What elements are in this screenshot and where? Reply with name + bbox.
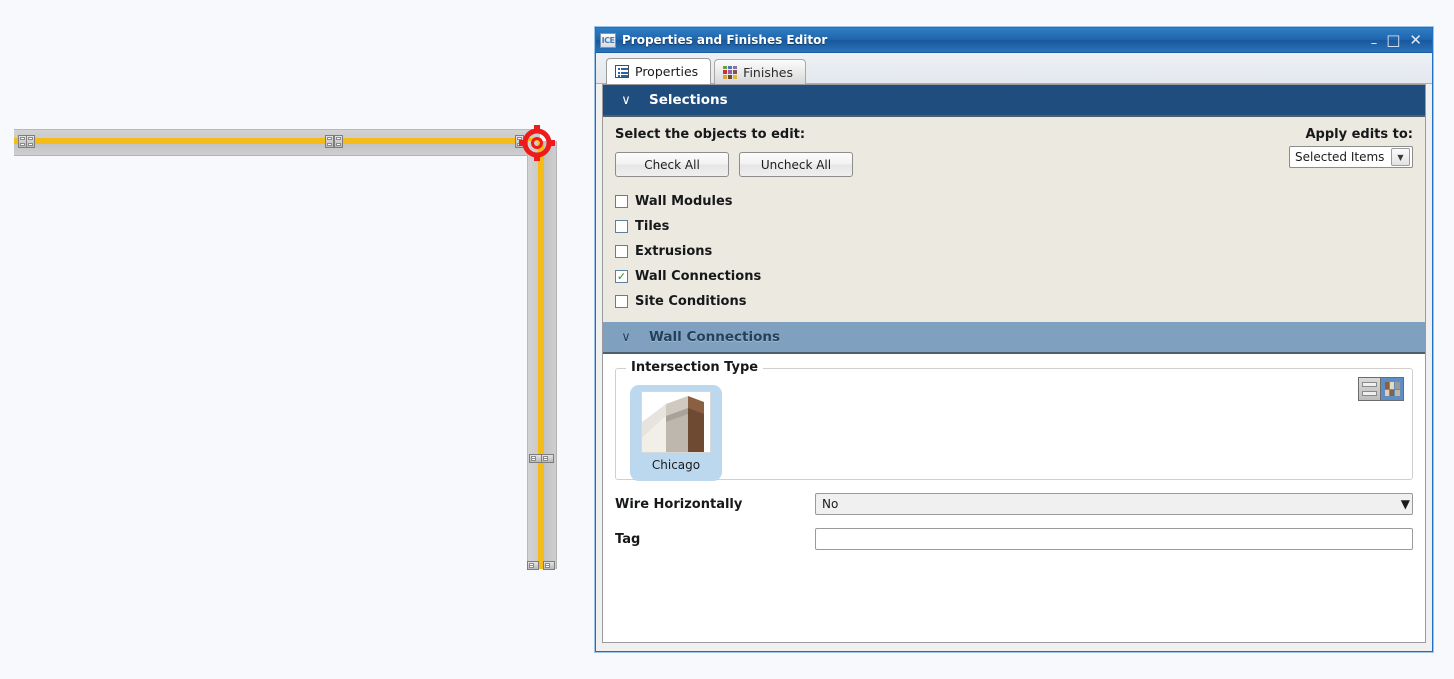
field-row-wire-horizontally: Wire Horizontally No ▼	[615, 493, 1413, 515]
apply-edits-dropdown[interactable]: Selected Items ▼	[1289, 146, 1413, 168]
wire-horizontally-value: No	[822, 497, 839, 511]
tab-finishes-label: Finishes	[743, 64, 793, 80]
uncheck-all-button[interactable]: Uncheck All	[739, 152, 853, 177]
chevron-down-icon[interactable]: ∨	[603, 330, 649, 345]
wall-connector-left-end-2[interactable]	[26, 135, 35, 148]
tab-finishes[interactable]: Finishes	[714, 59, 806, 84]
selections-section-title: Selections	[649, 92, 728, 108]
wall-connector-mid-vertical-b[interactable]	[541, 454, 554, 463]
checkbox-label-site-conditions: Site Conditions	[635, 294, 747, 309]
checkbox-row-site-conditions[interactable]: Site Conditions	[615, 289, 1413, 314]
horizontal-wall-centerline	[14, 138, 540, 144]
apply-edits-label: Apply edits to:	[1305, 127, 1413, 142]
tag-input[interactable]	[815, 528, 1413, 550]
apply-edits-group: Apply edits to: Selected Items ▼	[1289, 127, 1413, 168]
window-titlebar[interactable]: ICE Properties and Finishes Editor – □ ✕	[596, 28, 1432, 53]
wall-connector-bottom-end-b[interactable]	[543, 561, 555, 570]
close-icon[interactable]: ✕	[1409, 32, 1422, 48]
chicago-thumbnail-label: Chicago	[651, 458, 701, 472]
tab-properties[interactable]: Properties	[606, 58, 712, 84]
minimize-icon[interactable]: –	[1371, 36, 1378, 51]
checkbox-row-extrusions[interactable]: Extrusions	[615, 239, 1413, 264]
grid-view-icon[interactable]	[1381, 378, 1403, 400]
list-icon	[615, 65, 629, 78]
checkbox-row-tiles[interactable]: Tiles	[615, 214, 1413, 239]
wall-connector-mid-horizontal-a[interactable]	[325, 135, 334, 148]
wire-horizontally-control: No ▼	[815, 493, 1413, 515]
vertical-wall-centerline	[538, 141, 544, 569]
wall-connections-section-header[interactable]: ∨ Wall Connections	[603, 322, 1425, 354]
checkbox-site-conditions[interactable]	[615, 295, 628, 308]
wall-connections-pane: Intersection Type Chicago Wire Horizonta…	[603, 360, 1425, 560]
properties-finishes-editor-window: ICE Properties and Finishes Editor – □ ✕…	[595, 27, 1433, 652]
checkbox-label-wall-connections: Wall Connections	[635, 269, 762, 284]
checkbox-wall-connections[interactable]: ✓	[615, 270, 628, 283]
tab-properties-label: Properties	[635, 64, 699, 79]
chevron-down-icon[interactable]: ▼	[1391, 148, 1410, 166]
chicago-thumbnail-image	[641, 391, 711, 453]
grid-view-glyph	[1384, 382, 1400, 396]
wall-connections-section-title: Wall Connections	[649, 329, 781, 345]
wire-horizontally-label: Wire Horizontally	[615, 496, 743, 512]
field-row-tag: Tag	[615, 528, 1413, 550]
checkbox-label-tiles: Tiles	[635, 219, 670, 234]
checkbox-row-wall-modules[interactable]: Wall Modules	[615, 189, 1413, 214]
wall-connector-bottom-end-a[interactable]	[527, 561, 539, 570]
checkbox-tiles[interactable]	[615, 220, 628, 233]
selections-pane: Select the objects to edit: Check All Un…	[603, 117, 1425, 322]
ice-app-icon: ICE	[600, 32, 616, 48]
apply-edits-value: Selected Items	[1295, 150, 1385, 164]
intersection-type-item-chicago[interactable]: Chicago	[630, 385, 722, 481]
intersection-type-legend: Intersection Type	[626, 360, 764, 375]
tabstrip: Properties Finishes	[596, 53, 1432, 84]
tag-control	[815, 528, 1413, 550]
checkbox-label-wall-modules: Wall Modules	[635, 194, 733, 209]
checkbox-row-wall-connections[interactable]: ✓ Wall Connections	[615, 264, 1413, 289]
view-mode-toggle	[1358, 377, 1404, 401]
rotation-handle[interactable]	[518, 124, 556, 162]
intersection-type-group: Intersection Type Chicago	[615, 360, 1413, 481]
checkbox-wall-modules[interactable]	[615, 195, 628, 208]
check-all-button[interactable]: Check All	[615, 152, 729, 177]
tag-label: Tag	[615, 531, 641, 547]
maximize-icon[interactable]: □	[1386, 32, 1400, 48]
color-grid-icon	[723, 65, 738, 79]
window-controls: – □ ✕	[1371, 32, 1428, 51]
wall-connector-mid-horizontal-b[interactable]	[334, 135, 343, 148]
list-view-icon[interactable]	[1359, 378, 1381, 400]
checkbox-label-extrusions: Extrusions	[635, 244, 713, 259]
floorplan-canvas[interactable]	[0, 0, 595, 679]
wire-horizontally-dropdown[interactable]: No ▼	[815, 493, 1413, 515]
window-title: Properties and Finishes Editor	[622, 33, 828, 47]
object-type-checklist: Wall Modules Tiles Extrusions ✓ Wall Con…	[615, 189, 1413, 314]
list-view-glyph	[1362, 382, 1377, 396]
selections-section-header[interactable]: ∨ Selections	[603, 85, 1425, 117]
editor-client-area: ∨ Selections Select the objects to edit:…	[602, 84, 1426, 643]
checkbox-extrusions[interactable]	[615, 245, 628, 258]
chevron-down-icon[interactable]: ▼	[1401, 497, 1410, 511]
chevron-down-icon[interactable]: ∨	[603, 93, 649, 108]
